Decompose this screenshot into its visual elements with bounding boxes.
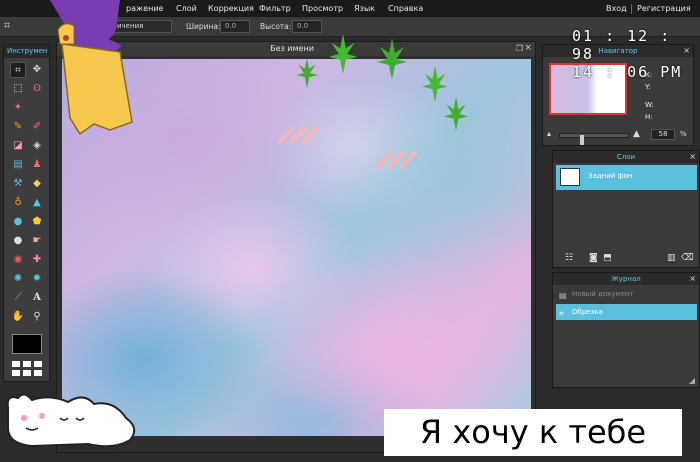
leaf-sticker (377, 38, 407, 80)
eraser-tool-icon[interactable]: ◪ (10, 138, 26, 154)
width-label: Ширина: (186, 22, 221, 31)
menu-item-layer[interactable]: Слой (176, 4, 197, 13)
brush-tool-icon[interactable]: ✐ (29, 119, 45, 135)
zoom-unit: % (680, 130, 687, 138)
photo-editor-window: ражение Слой Коррекция Фильтр Просмотр Я… (0, 0, 700, 462)
gradient-tool-icon[interactable]: ▤ (10, 157, 26, 173)
close-icon[interactable]: × (689, 273, 696, 285)
grid-cell[interactable] (34, 370, 42, 376)
lasso-tool-icon[interactable]: ʘ (29, 81, 45, 97)
close-icon[interactable]: × (689, 151, 696, 163)
duplicate-layer-icon[interactable]: ▥ (667, 253, 676, 263)
pinch-tool-icon[interactable]: ✹ (29, 271, 45, 287)
history-header: Журнал × (553, 273, 699, 285)
history-item[interactable]: ▤ Новый документ (556, 286, 697, 302)
grid-cell[interactable] (12, 370, 20, 376)
bloat-tool-icon[interactable]: ✺ (10, 271, 26, 287)
crop-icon: ⌗ (4, 19, 11, 32)
leaf-sticker (296, 58, 318, 88)
smudge-tool-icon[interactable]: ☛ (29, 233, 45, 249)
history-panel: Журнал × ▤ Новый документ ⌗ Обрезка ◢ (552, 272, 700, 388)
pink-stripes (375, 151, 417, 169)
new-layer-icon[interactable]: ⬒ (603, 253, 612, 263)
leaf-sticker (444, 97, 468, 131)
w-label: W: (645, 101, 654, 109)
close-icon[interactable]: × (524, 43, 532, 53)
burn-tool-icon[interactable]: ● (10, 233, 26, 249)
blur-tool-icon[interactable]: ● (10, 214, 26, 230)
zoom-slider[interactable] (559, 133, 629, 145)
cartoon-hand-sticker (50, 0, 133, 136)
red-eye-icon[interactable]: ◉ (10, 252, 26, 268)
zoom-tool-icon[interactable]: ⚲ (29, 309, 45, 325)
grid-cell[interactable] (23, 370, 31, 376)
maximize-icon[interactable]: ❐ (516, 44, 523, 53)
spot-heal-icon[interactable]: ✚ (29, 252, 45, 268)
toolbox-title: Инструмен (4, 45, 49, 58)
fill-bucket-icon[interactable]: ◈ (29, 138, 45, 154)
magic-wand-icon[interactable]: ✦ (10, 100, 26, 116)
stamp-tool-icon[interactable]: ♟ (29, 157, 45, 173)
grid-cell[interactable] (12, 361, 20, 367)
register-link[interactable]: Регистрация (637, 4, 691, 13)
sponge-tool-icon[interactable]: ⬟ (29, 214, 45, 230)
zoom-out-icon[interactable]: ▴ (547, 129, 551, 138)
menu-item-view[interactable]: Просмотр (302, 4, 343, 13)
history-item[interactable]: ⌗ Обрезка (556, 304, 697, 320)
menu-item-filter[interactable]: Фильтр (259, 4, 291, 13)
crop-tool-icon[interactable]: ⌗ (10, 62, 26, 78)
toolbox-panel: Инструмен ⌗ ✥ ⬚ ʘ ✦ ✎ ✐ ◪ ◈ ▤ ♟ ⚒ ◆ ♁ ▲ … (3, 44, 50, 382)
eyedropper-icon[interactable]: ⟋ (10, 290, 26, 306)
pink-stripes (277, 126, 319, 144)
foreground-color-swatch[interactable] (12, 334, 42, 354)
height-label: Высота: (260, 22, 292, 31)
replace-color-icon[interactable]: ⚒ (10, 176, 26, 192)
crop-icon: ⌗ (559, 309, 564, 318)
menu-item-help[interactable]: Справка (388, 4, 423, 13)
zoom-in-icon[interactable]: ▲ (633, 129, 640, 139)
login-link[interactable]: Вход (606, 4, 627, 13)
delete-layer-icon[interactable]: ⌫ (681, 253, 694, 263)
layers-panel: Слои × Задний фон ☷ ◙ ⬒ ▥ ⌫ (552, 150, 700, 268)
pencil-tool-icon[interactable]: ✎ (10, 119, 26, 135)
zoom-control: ▴ ▲ 58 % (547, 129, 691, 145)
move-tool-icon[interactable]: ✥ (29, 62, 45, 78)
resize-grip-icon[interactable]: ◢ (689, 376, 695, 385)
marquee-tool-icon[interactable]: ⬚ (10, 81, 26, 97)
layer-item[interactable]: Задний фон (556, 165, 697, 190)
menu-item-language[interactable]: Язык (354, 4, 375, 13)
retouch-tool-icon[interactable]: ◆ (29, 176, 45, 192)
layers-header: Слои × (553, 151, 699, 163)
cat-sticker (6, 393, 136, 448)
menu-item-adjustment[interactable]: Коррекция (208, 4, 254, 13)
grid-cell[interactable] (23, 361, 31, 367)
layer-thumbnail (560, 168, 580, 186)
zoom-slider-thumb[interactable] (580, 135, 584, 145)
document-icon: ▤ (559, 291, 567, 300)
height-input[interactable]: 0.0 (292, 20, 322, 33)
timestamp-date: 01 : 12 : 98 (572, 27, 672, 63)
dodge-tool-icon[interactable]: ♁ (10, 195, 26, 211)
grid-cell[interactable] (34, 361, 42, 367)
layers-title: Слои (616, 153, 636, 161)
layer-settings-icon[interactable]: ☷ (565, 253, 573, 263)
sharpen-tool-icon[interactable]: ▲ (29, 195, 45, 211)
leaf-sticker (328, 34, 358, 74)
timestamp-time: 14 : 06 PM (572, 63, 683, 81)
zoom-input[interactable]: 58 (651, 129, 675, 140)
hand-tool-icon[interactable]: ✋ (10, 309, 26, 325)
width-input[interactable]: 0.0 (220, 20, 250, 33)
menu-separator (631, 4, 632, 14)
caption-text: Я хочу к тебе (384, 409, 682, 456)
retro-timestamp: 01 : 12 : 98 14 : 06 PM (572, 27, 700, 81)
history-title: Журнал (611, 275, 641, 283)
layer-name: Задний фон (588, 172, 633, 180)
text-tool-icon[interactable]: A (29, 290, 45, 306)
h-label: H: (645, 113, 653, 121)
y-coord-label: Y: (645, 83, 651, 91)
layer-mask-icon[interactable]: ◙ (589, 253, 598, 263)
